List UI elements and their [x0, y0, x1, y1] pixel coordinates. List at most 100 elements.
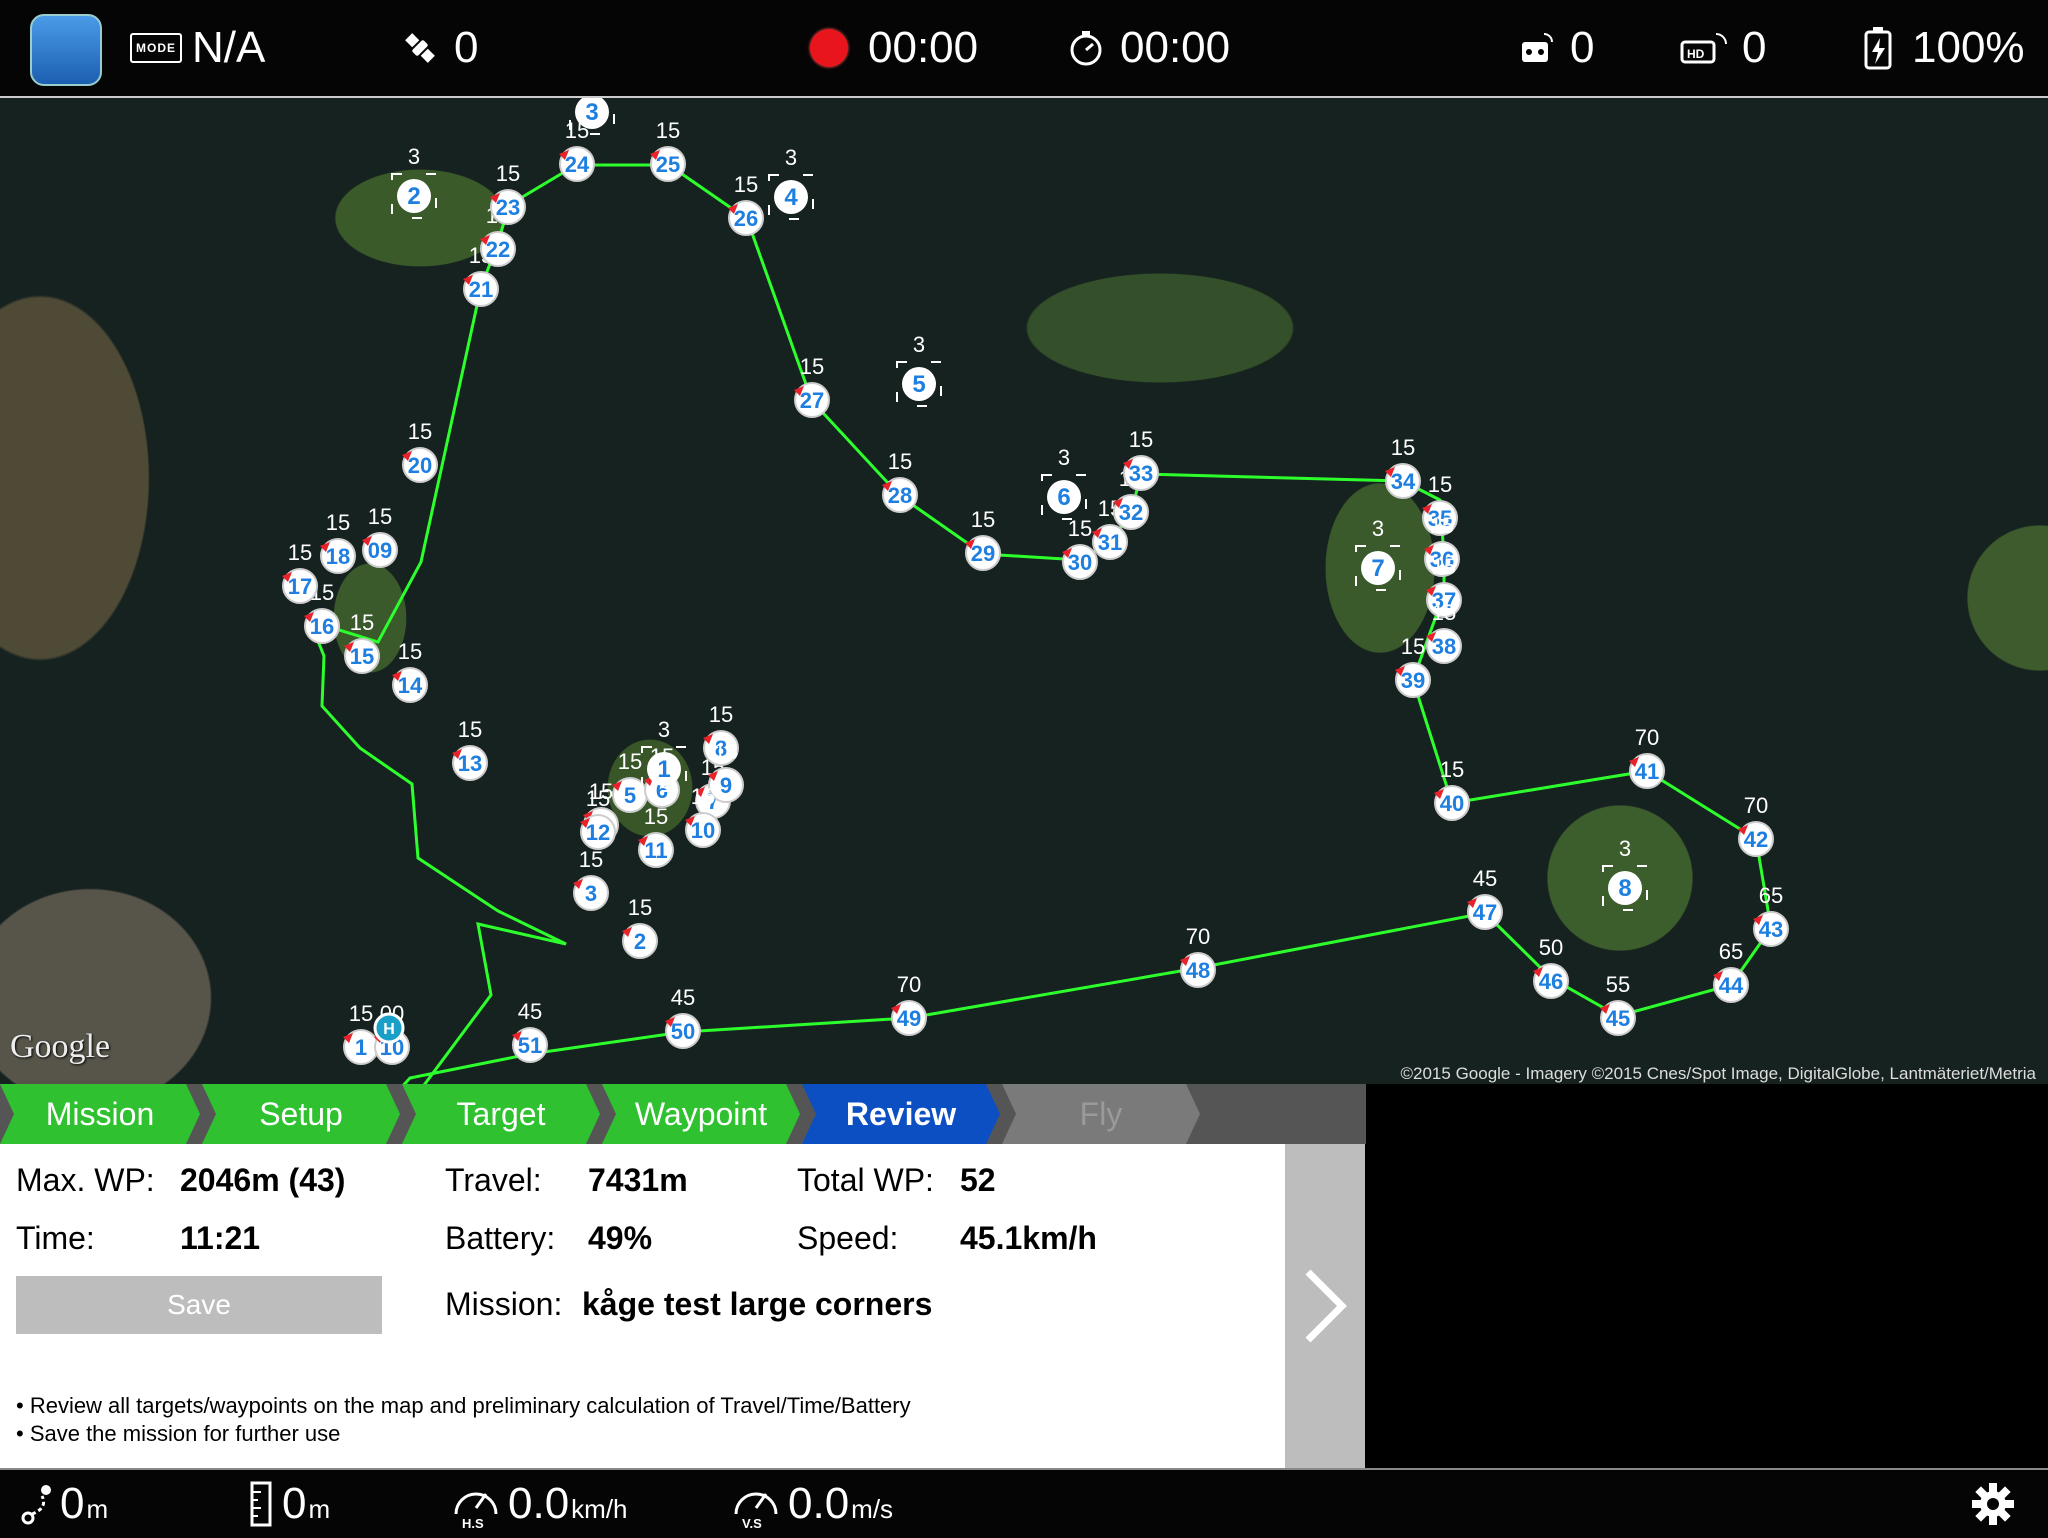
altitude-unit: m — [308, 1493, 331, 1524]
waypoint-altitude: 15 — [709, 702, 733, 727]
waypoint-altitude: 45 — [518, 999, 542, 1024]
waypoint-altitude: 70 — [897, 972, 921, 997]
waypoint-marker[interactable]: 4015 — [1434, 757, 1470, 821]
waypoint-marker[interactable]: 3415 — [1385, 435, 1421, 499]
step-setup[interactable]: Setup — [202, 1084, 400, 1144]
waypoint-marker[interactable]: 4555 — [1600, 972, 1636, 1036]
waypoint-altitude: 15 — [644, 804, 668, 829]
waypoint-altitude: 15 — [1432, 600, 1456, 625]
hs-label: H.S — [462, 1516, 484, 1530]
distance-unit: m — [86, 1493, 109, 1524]
waypoint-marker[interactable]: 2715 — [794, 354, 830, 418]
target-marker[interactable]: 83 — [1602, 836, 1648, 911]
waypoint-marker[interactable]: 3915 — [1395, 634, 1431, 698]
target-marker[interactable]: 43 — [768, 145, 814, 220]
waypoint-marker[interactable]: 4870 — [1180, 924, 1216, 988]
waypoint-marker[interactable]: 1715 — [282, 540, 318, 604]
mode-value: N/A — [192, 23, 266, 72]
waypoint-marker[interactable]: 2315 — [490, 161, 526, 225]
target-number: 4 — [784, 184, 798, 211]
google-logo: Google — [10, 1028, 111, 1065]
satellite-count: 0 — [454, 23, 479, 72]
waypoint-marker[interactable]: 2515 — [650, 118, 686, 182]
target-altitude: 3 — [1058, 445, 1070, 470]
waypoint-marker[interactable]: 115 — [343, 1001, 379, 1065]
waypoint-number: 30 — [1068, 550, 1092, 575]
hd-signal: 0 — [1742, 23, 1767, 72]
target-number: 8 — [1618, 875, 1631, 902]
waypoint-altitude: 15 — [1129, 427, 1153, 452]
travel-value: 7431m — [588, 1162, 688, 1198]
mission-route-overlay[interactable]: 1152153154155156157158159151015111512151… — [0, 98, 2048, 1084]
waypoint-altitude: 15 — [586, 786, 610, 811]
battery-value: 49% — [588, 1220, 653, 1256]
waypoint-number: 49 — [897, 1006, 921, 1031]
waypoint-marker[interactable]: 1315 — [452, 717, 488, 781]
waypoint-number: 45 — [1606, 1006, 1630, 1031]
waypoint-marker[interactable]: 2615 — [728, 172, 764, 236]
waypoint-number: 33 — [1129, 461, 1153, 486]
map-attribution: ©2015 Google - Imagery ©2015 Cnes/Spot I… — [1400, 1064, 2037, 1083]
waypoint-number: 38 — [1432, 634, 1456, 659]
waypoint-marker[interactable]: 5145 — [512, 999, 548, 1063]
step-review[interactable]: Review — [802, 1084, 1000, 1144]
waypoint-marker[interactable]: 1115 — [638, 804, 674, 868]
target-altitude: 3 — [913, 332, 925, 357]
waypoint-marker[interactable]: 2015 — [402, 419, 438, 483]
flight-time: 00:00 — [1120, 23, 1231, 72]
record-status: 00:00 — [810, 0, 978, 96]
waypoint-marker[interactable]: 4745 — [1467, 866, 1503, 930]
speed-label: Speed: — [797, 1220, 899, 1256]
next-button[interactable] — [1285, 1144, 1365, 1468]
mission-map[interactable]: 1152153154155156157158159151015111512151… — [0, 98, 2048, 1084]
waypoint-marker[interactable]: 4970 — [891, 972, 927, 1036]
waypoint-marker[interactable]: 1815 — [320, 510, 356, 574]
step-mission[interactable]: Mission — [0, 1084, 200, 1144]
waypoint-number: 27 — [800, 388, 824, 413]
waypoint-marker[interactable]: 4170 — [1629, 725, 1665, 789]
waypoint-marker[interactable]: 2915 — [965, 507, 1001, 571]
waypoint-altitude: 15 — [458, 717, 482, 742]
waypoint-altitude: 15 — [691, 784, 715, 809]
waypoint-number: 32 — [1119, 500, 1143, 525]
waypoint-altitude: 15 — [734, 172, 758, 197]
vertical-speed-readout: V.S 0.0 m/s — [730, 1470, 893, 1538]
waypoint-number: 50 — [671, 1019, 695, 1044]
target-number: 5 — [912, 371, 925, 398]
target-marker[interactable]: 63 — [1041, 445, 1087, 520]
waypoint-number: 46 — [1539, 969, 1563, 994]
waypoint-number: 51 — [518, 1033, 542, 1058]
settings-button[interactable] — [1970, 1470, 2016, 1538]
horizontal-speed-readout: H.S 0.0 km/h — [450, 1470, 628, 1538]
target-marker[interactable]: 73 — [1355, 516, 1401, 591]
target-altitude: 3 — [1619, 836, 1631, 861]
waypoint-marker[interactable]: 3315 — [1123, 427, 1159, 491]
waypoint-marker[interactable]: 315 — [573, 847, 609, 911]
waypoint-number: 41 — [1635, 759, 1659, 784]
waypoint-marker[interactable]: 1415 — [392, 639, 428, 703]
waypoint-marker[interactable]: 0915 — [362, 504, 398, 568]
waypoint-marker[interactable]: 4365 — [1753, 883, 1789, 947]
waypoint-altitude: 15 — [326, 510, 350, 535]
waypoint-marker[interactable]: 5045 — [665, 985, 701, 1049]
step-waypoint[interactable]: Waypoint — [602, 1084, 800, 1144]
save-button[interactable]: Save — [16, 1276, 382, 1334]
home-marker[interactable]: H — [373, 1012, 405, 1044]
mission-label: Mission: — [445, 1286, 563, 1322]
waypoint-marker[interactable]: 4270 — [1738, 793, 1774, 857]
camera-preview[interactable] — [1366, 1084, 2048, 1468]
gear-icon — [1972, 1483, 2014, 1525]
target-marker[interactable]: 53 — [896, 332, 942, 407]
distance-icon — [21, 1485, 51, 1525]
waypoint-altitude: 15 — [1428, 472, 1452, 497]
waypoint-marker[interactable]: 3015 — [1062, 516, 1098, 580]
step-target[interactable]: Target — [402, 1084, 600, 1144]
waypoint-marker[interactable]: 215 — [622, 895, 658, 959]
waypoint-number: 10 — [691, 818, 715, 843]
waypoint-number: 44 — [1719, 973, 1744, 998]
target-marker[interactable]: 23 — [391, 144, 437, 219]
waypoint-altitude: 65 — [1719, 939, 1743, 964]
waypoint-number: 20 — [408, 453, 432, 478]
step-fly[interactable]: Fly — [1002, 1084, 1200, 1144]
app-logo-icon[interactable] — [30, 14, 102, 86]
